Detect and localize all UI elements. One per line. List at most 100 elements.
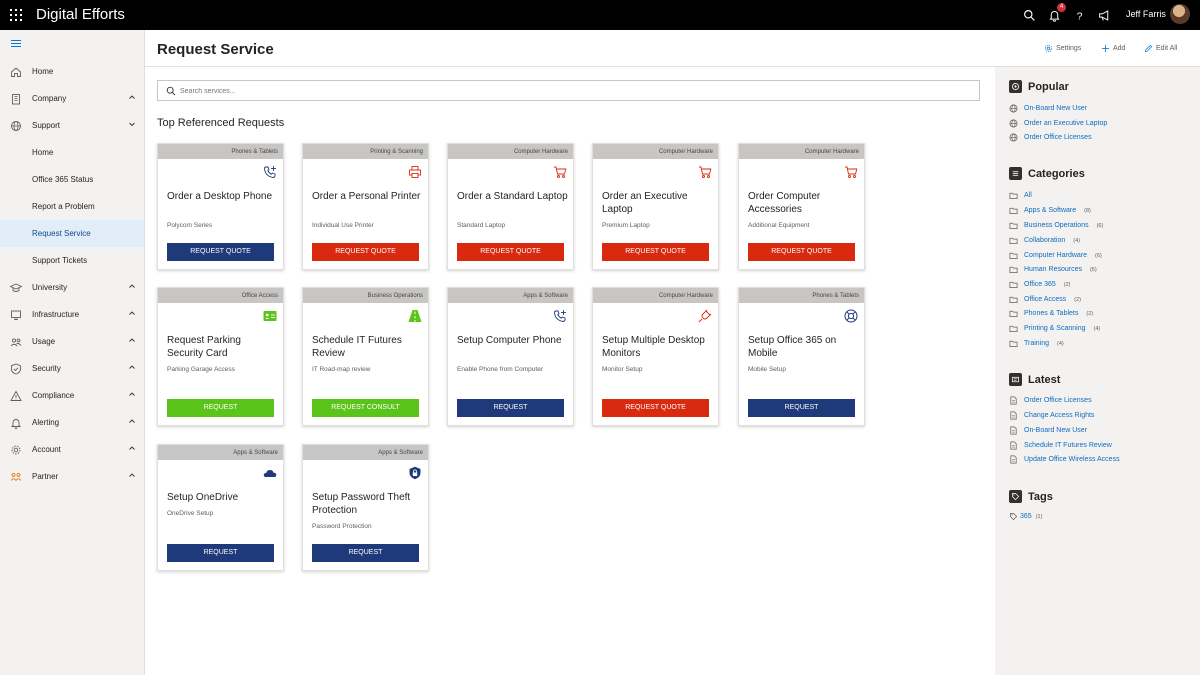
chevron-up-icon[interactable] bbox=[128, 282, 136, 290]
chevron-up-icon[interactable] bbox=[128, 309, 136, 317]
chevron-up-icon[interactable] bbox=[128, 93, 136, 101]
category-link[interactable]: Business Operations (6) bbox=[1009, 221, 1103, 230]
category-link[interactable]: All bbox=[1009, 191, 1032, 200]
nav-item-usage[interactable]: Usage bbox=[0, 328, 144, 355]
chevron-up-icon[interactable] bbox=[128, 471, 136, 479]
category-link[interactable]: Office Access (2) bbox=[1009, 295, 1081, 304]
request-button[interactable]: REQUEST bbox=[167, 544, 274, 562]
category-link[interactable]: Office 365 (2) bbox=[1009, 280, 1071, 289]
card-title: Order an Executive Laptop bbox=[602, 191, 688, 215]
request-button[interactable]: REQUEST bbox=[457, 399, 564, 417]
request-button[interactable]: REQUEST bbox=[748, 399, 855, 417]
service-card[interactable]: Apps & Software Setup Password Theft Pro… bbox=[302, 444, 429, 571]
category-link[interactable]: Training (4) bbox=[1009, 339, 1064, 348]
service-card[interactable]: Computer Hardware Order Computer Accesso… bbox=[738, 143, 865, 270]
request-quote-button[interactable]: REQUEST QUOTE bbox=[312, 243, 419, 261]
popular-link[interactable]: Order an Executive Laptop bbox=[1009, 119, 1107, 128]
chevron-up-icon[interactable] bbox=[128, 417, 136, 425]
search-icon[interactable] bbox=[1021, 7, 1037, 23]
latest-link[interactable]: Order Office Licenses bbox=[1009, 396, 1092, 405]
nav-item-account[interactable]: Account bbox=[0, 436, 144, 463]
request-consult-button[interactable]: REQUEST CONSULT bbox=[312, 399, 419, 417]
card-subtitle: Monitor Setup bbox=[602, 366, 643, 373]
nav-item-support[interactable]: Support bbox=[0, 112, 144, 139]
nav-label: Report a Problem bbox=[32, 202, 95, 211]
nav-item-home[interactable]: Home bbox=[0, 58, 144, 85]
user-name[interactable]: Jeff Farris bbox=[1126, 9, 1166, 19]
service-card[interactable]: Phones & Tablets Order a Desktop Phone P… bbox=[157, 143, 284, 270]
category-link[interactable]: Phones & Tablets (2) bbox=[1009, 309, 1093, 318]
latest-link-label: Update Office Wireless Access bbox=[1024, 456, 1120, 463]
app-title[interactable]: Digital Efforts bbox=[36, 6, 125, 23]
nav-item-partner[interactable]: Partner bbox=[0, 463, 144, 490]
nav-item-alerting[interactable]: Alerting bbox=[0, 409, 144, 436]
service-card[interactable]: Computer Hardware Setup Multiple Desktop… bbox=[592, 287, 719, 426]
service-card[interactable]: Apps & Software Setup OneDrive OneDrive … bbox=[157, 444, 284, 571]
tag-link[interactable]: 365 (1) bbox=[1009, 512, 1042, 521]
card-subtitle: IT Road-map review bbox=[312, 366, 371, 373]
category-link[interactable]: Printing & Scanning (4) bbox=[1009, 324, 1100, 333]
nav-label: Home bbox=[32, 148, 54, 157]
request-quote-button[interactable]: REQUEST QUOTE bbox=[748, 243, 855, 261]
add-button[interactable]: Add bbox=[1101, 44, 1125, 53]
card-category: Computer Hardware bbox=[448, 144, 573, 159]
chevron-down-icon[interactable] bbox=[128, 120, 136, 128]
request-quote-button[interactable]: REQUEST QUOTE bbox=[602, 243, 709, 261]
request-button[interactable]: REQUEST bbox=[312, 544, 419, 562]
nav-item-university[interactable]: University bbox=[0, 274, 144, 301]
latest-link[interactable]: Update Office Wireless Access bbox=[1009, 455, 1120, 464]
latest-link[interactable]: On-Board New User bbox=[1009, 426, 1087, 435]
nav-subitem-request-service[interactable]: Request Service bbox=[0, 220, 144, 247]
nav-item-company[interactable]: Company bbox=[0, 85, 144, 112]
nav-item-security[interactable]: Security bbox=[0, 355, 144, 382]
search-box[interactable] bbox=[157, 80, 980, 101]
category-link[interactable]: Apps & Software (8) bbox=[1009, 206, 1091, 215]
app-launcher-icon[interactable] bbox=[10, 9, 22, 21]
category-label: Apps & Software bbox=[1024, 207, 1077, 214]
request-quote-button[interactable]: REQUEST QUOTE bbox=[167, 243, 274, 261]
avatar[interactable] bbox=[1170, 4, 1190, 24]
nav-item-infrastructure[interactable]: Infrastructure bbox=[0, 301, 144, 328]
nav-subitem-support-tickets[interactable]: Support Tickets bbox=[0, 247, 144, 274]
globe-icon bbox=[11, 121, 21, 131]
nav-subitem-office-365-status[interactable]: Office 365 Status bbox=[0, 166, 144, 193]
search-input[interactable] bbox=[180, 84, 960, 98]
chevron-up-icon[interactable] bbox=[128, 390, 136, 398]
nav-subitem-report-a-problem[interactable]: Report a Problem bbox=[0, 193, 144, 220]
service-card[interactable]: Office Access Request Parking Security C… bbox=[157, 287, 284, 426]
service-card[interactable]: Computer Hardware Order a Standard Lapto… bbox=[447, 143, 574, 270]
category-link[interactable]: Human Resources (5) bbox=[1009, 265, 1097, 274]
megaphone-icon[interactable] bbox=[1096, 7, 1112, 23]
chevron-up-icon[interactable] bbox=[128, 363, 136, 371]
request-quote-button[interactable]: REQUEST QUOTE bbox=[602, 399, 709, 417]
service-card[interactable]: Computer Hardware Order an Executive Lap… bbox=[592, 143, 719, 270]
service-card[interactable]: Printing & Scanning Order a Personal Pri… bbox=[302, 143, 429, 270]
category-link[interactable]: Collaboration (4) bbox=[1009, 236, 1080, 245]
help-icon[interactable]: ? bbox=[1071, 7, 1087, 23]
category-label: Human Resources bbox=[1024, 266, 1082, 273]
service-card[interactable]: Business Operations Schedule IT Futures … bbox=[302, 287, 429, 426]
page-title: Request Service bbox=[157, 41, 274, 58]
edit-all-button[interactable]: Edit All bbox=[1144, 44, 1177, 53]
hamburger-menu-icon[interactable] bbox=[11, 40, 21, 49]
nav-item-compliance[interactable]: Compliance bbox=[0, 382, 144, 409]
request-button[interactable]: REQUEST bbox=[167, 399, 274, 417]
latest-link[interactable]: Change Access Rights bbox=[1009, 411, 1094, 420]
request-quote-button[interactable]: REQUEST QUOTE bbox=[457, 243, 564, 261]
chevron-up-icon[interactable] bbox=[128, 444, 136, 452]
nav-subitem-home[interactable]: Home bbox=[0, 139, 144, 166]
category-link[interactable]: Computer Hardware (6) bbox=[1009, 251, 1102, 260]
chevron-up-icon[interactable] bbox=[128, 336, 136, 344]
popular-link-label: Order an Executive Laptop bbox=[1024, 120, 1108, 127]
tag-count: (1) bbox=[1035, 513, 1043, 520]
category-count: (6) bbox=[1095, 252, 1102, 259]
latest-link[interactable]: Schedule IT Futures Review bbox=[1009, 441, 1112, 450]
service-card[interactable]: Phones & Tablets Setup Office 365 on Mob… bbox=[738, 287, 865, 426]
graduation-cap-icon bbox=[10, 283, 22, 292]
card-subtitle: Polycom Series bbox=[167, 222, 213, 229]
home-icon bbox=[11, 67, 21, 77]
popular-link[interactable]: Order Office Licenses bbox=[1009, 133, 1092, 142]
settings-button[interactable]: Settings bbox=[1044, 44, 1081, 53]
popular-link[interactable]: On-Board New User bbox=[1009, 104, 1087, 113]
service-card[interactable]: Apps & Software Setup Computer Phone Ena… bbox=[447, 287, 574, 426]
